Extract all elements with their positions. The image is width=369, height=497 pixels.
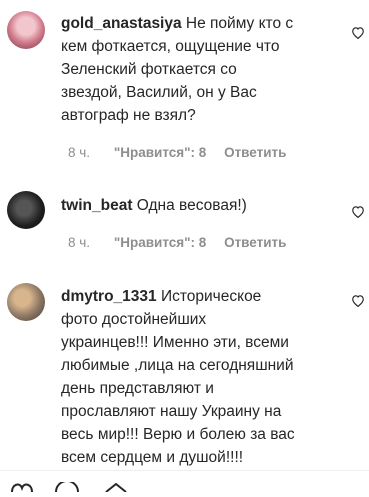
comment-body: gold_anastasiya Не пойму кто с кем фотка… [61,12,333,127]
user-avatar[interactable] [7,283,45,321]
reply-button[interactable]: Ответить [224,235,286,250]
share-icon[interactable] [104,479,128,497]
comment-username[interactable]: gold_anastasiya [61,15,182,32]
comment-icon[interactable] [54,479,80,497]
heart-icon[interactable] [10,479,34,497]
comment-likes-count[interactable]: "Нравится": 8 [114,145,206,160]
comment-text: Историческое фото достойнейших украинцев… [61,288,295,466]
comment-username[interactable]: twin_beat [61,197,132,214]
comment-body: dmytro_1331 Историческое фото достойнейш… [61,285,333,469]
comment-meta: 8 ч. "Нравится": 8 Ответить [68,235,286,250]
comment-likes-count[interactable]: "Нравится": 8 [114,235,206,250]
heart-icon[interactable] [351,26,365,39]
user-avatar[interactable] [7,11,45,49]
comment-meta: 8 ч. "Нравится": 8 Ответить [68,145,286,160]
comment-username[interactable]: dmytro_1331 [61,288,157,305]
comment-text: Одна весовая!) [132,197,247,214]
reply-button[interactable]: Ответить [224,145,286,160]
comment-body: twin_beat Одна весовая!) [61,194,333,217]
user-avatar[interactable] [7,191,45,229]
action-bar [0,470,369,493]
heart-icon[interactable] [351,205,365,218]
comment-time[interactable]: 8 ч. [68,235,90,250]
comment-time[interactable]: 8 ч. [68,145,90,160]
heart-icon[interactable] [351,294,365,307]
